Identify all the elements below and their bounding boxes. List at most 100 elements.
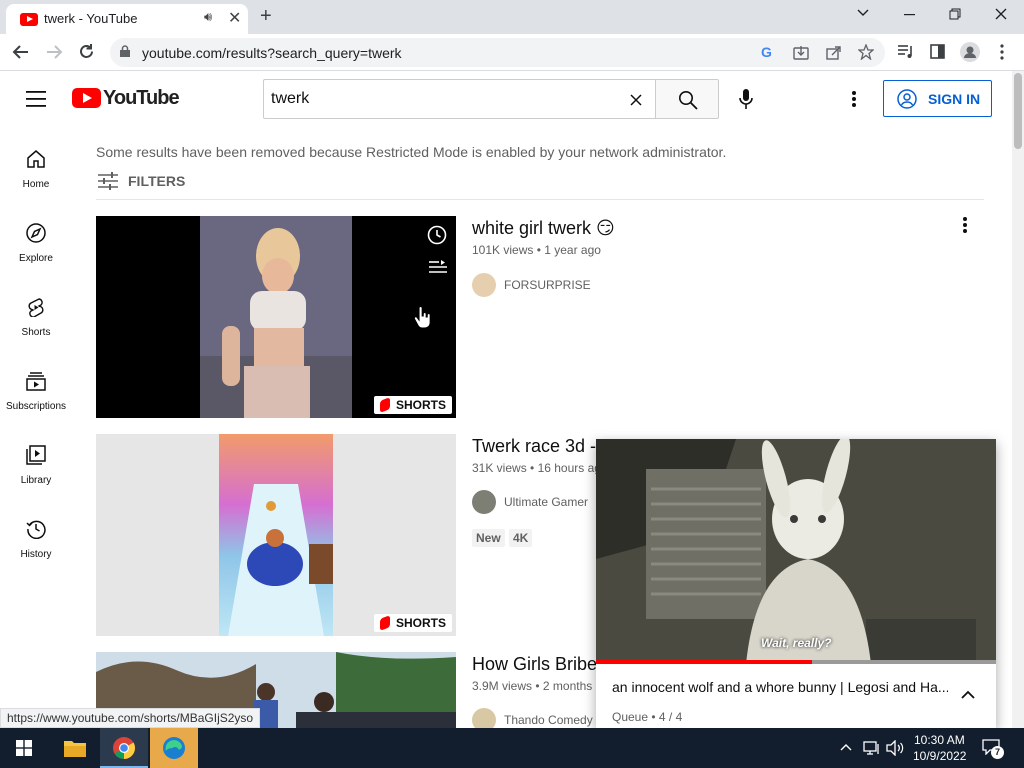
channel-name[interactable]: FORSURPRISE	[504, 278, 591, 292]
tab-search-chevron-icon[interactable]	[857, 9, 869, 17]
forward-icon[interactable]	[45, 44, 63, 60]
miniplayer[interactable]: Wait, really? an innocent wolf and a who…	[596, 439, 996, 728]
miniplayer-title[interactable]: an innocent wolf and a whore bunny | Leg…	[612, 679, 948, 695]
miniplayer-frame-image	[596, 439, 996, 664]
shorts-badge-icon	[379, 615, 390, 631]
video-more-actions-icon[interactable]	[963, 217, 967, 233]
filters-bar: FILTERS	[96, 170, 984, 200]
video-title[interactable]: white girl twerk 😏	[472, 218, 615, 239]
clear-search-icon[interactable]	[630, 94, 642, 106]
video-metadata: 31K views • 16 hours ag	[472, 461, 601, 475]
history-icon	[26, 520, 46, 539]
channel-name[interactable]: Ultimate Gamer	[504, 495, 588, 509]
back-icon[interactable]	[12, 44, 30, 60]
tab-title: twerk - YouTube	[44, 11, 138, 26]
youtube-header: YouTube twerk SIGN IN	[0, 71, 1012, 127]
edge-taskbar-button[interactable]	[150, 728, 198, 768]
youtube-play-logo-icon	[72, 88, 101, 108]
guide-label-shorts: Shorts	[21, 327, 51, 338]
miniplayer-progress-fill	[596, 660, 812, 664]
guide-item-explore[interactable]: Explore	[0, 223, 72, 297]
4k-badge: 4K	[509, 529, 533, 547]
scrollbar-thumb[interactable]	[1014, 73, 1022, 149]
search-query-text[interactable]: twerk	[271, 90, 309, 108]
bookmark-star-icon[interactable]	[858, 44, 874, 60]
restricted-mode-notice: Some results have been removed because R…	[96, 144, 727, 160]
window-close-icon[interactable]	[995, 8, 1007, 20]
guide-label-history: History	[20, 549, 52, 560]
chrome-menu-icon[interactable]	[1000, 44, 1004, 60]
browser-tab[interactable]: twerk - YouTube 🔊︎ ✕	[6, 4, 248, 34]
video-subtitle: Wait, really?	[761, 636, 832, 650]
video-title[interactable]: Twerk race 3d -	[472, 436, 596, 457]
video-metadata: 3.9M views • 2 months	[472, 679, 593, 693]
lock-icon[interactable]	[120, 45, 130, 57]
settings-more-icon[interactable]	[852, 91, 856, 107]
reload-icon[interactable]	[78, 43, 95, 60]
shorts-badge: SHORTS	[373, 396, 452, 414]
network-icon[interactable]	[863, 740, 881, 756]
media-control-icon[interactable]	[897, 44, 914, 59]
taskbar-clock-date[interactable]: 10/9/2022	[913, 749, 966, 763]
expand-queue-chevron-icon[interactable]	[961, 690, 975, 699]
guide-label-home: Home	[22, 179, 50, 190]
address-bar[interactable]: youtube.com/results?search_query=twerk G	[110, 38, 885, 67]
filters-button[interactable]: FILTERS	[96, 170, 196, 194]
hamburger-menu-icon[interactable]	[26, 91, 46, 107]
sign-in-label: SIGN IN	[928, 91, 981, 107]
tray-overflow-chevron-icon[interactable]	[840, 743, 852, 751]
url-text[interactable]: youtube.com/results?search_query=twerk	[142, 45, 402, 61]
channel-avatar[interactable]	[472, 490, 496, 514]
channel-avatar[interactable]	[472, 273, 496, 297]
guide-item-shorts[interactable]: Shorts	[0, 297, 72, 371]
tab-close-icon[interactable]: ✕	[228, 8, 241, 28]
voice-search-icon[interactable]	[739, 89, 753, 110]
view-count: 101K views	[472, 243, 534, 257]
taskbar-clock-time[interactable]: 10:30 AM	[914, 733, 965, 747]
tab-audio-icon[interactable]: 🔊︎	[204, 9, 212, 25]
chrome-icon	[113, 737, 135, 759]
guide-item-subscriptions[interactable]: Subscriptions	[0, 371, 72, 445]
new-badge: New	[472, 529, 505, 547]
queue-label: Queue	[612, 710, 649, 724]
upload-age: 16 hours ag	[537, 461, 601, 475]
windows-start-icon[interactable]	[16, 740, 32, 756]
video-title[interactable]: How Girls Bribe	[472, 654, 597, 675]
youtube-logo[interactable]: YouTube	[72, 87, 180, 110]
new-tab-button[interactable]: +	[260, 5, 272, 28]
shorts-badge-icon	[379, 397, 390, 413]
guide-item-library[interactable]: Library	[0, 445, 72, 519]
miniplayer-video[interactable]: Wait, really?	[596, 439, 996, 664]
explore-icon	[26, 223, 46, 243]
restore-icon[interactable]	[949, 8, 961, 20]
volume-icon[interactable]	[886, 740, 904, 756]
install-app-icon[interactable]	[793, 45, 809, 60]
guide-item-home[interactable]: Home	[0, 149, 72, 223]
minimize-icon[interactable]	[904, 14, 915, 16]
page-scrollbar[interactable]	[1012, 71, 1024, 728]
watch-later-icon[interactable]	[427, 225, 447, 245]
file-explorer-taskbar-button[interactable]	[50, 728, 98, 768]
folder-icon	[64, 741, 86, 757]
chrome-taskbar-button[interactable]	[100, 728, 148, 768]
filters-sliders-icon	[98, 172, 118, 190]
library-icon	[26, 445, 46, 465]
miniplayer-progress-track[interactable]	[596, 660, 996, 664]
share-icon[interactable]	[826, 45, 842, 60]
search-button[interactable]	[655, 79, 719, 119]
side-panel-icon[interactable]	[930, 44, 945, 59]
profile-avatar-icon[interactable]	[960, 42, 980, 62]
edge-icon	[163, 737, 185, 759]
search-icon	[679, 91, 698, 110]
guide-item-history[interactable]: History	[0, 519, 72, 593]
video-thumbnail[interactable]: SHORTS	[96, 216, 456, 418]
sign-in-button[interactable]: SIGN IN	[883, 80, 992, 117]
search-input[interactable]: twerk	[263, 79, 656, 119]
video-thumbnail[interactable]: SHORTS	[96, 434, 456, 636]
google-translate-icon[interactable]: G	[761, 44, 772, 60]
channel-name[interactable]: Thando Comedy	[504, 713, 593, 727]
video-metadata: 101K views • 1 year ago	[472, 243, 601, 257]
queue-position: 4 / 4	[658, 710, 683, 724]
add-to-queue-icon[interactable]	[429, 260, 447, 274]
action-center-button[interactable]: 7	[980, 738, 1004, 760]
